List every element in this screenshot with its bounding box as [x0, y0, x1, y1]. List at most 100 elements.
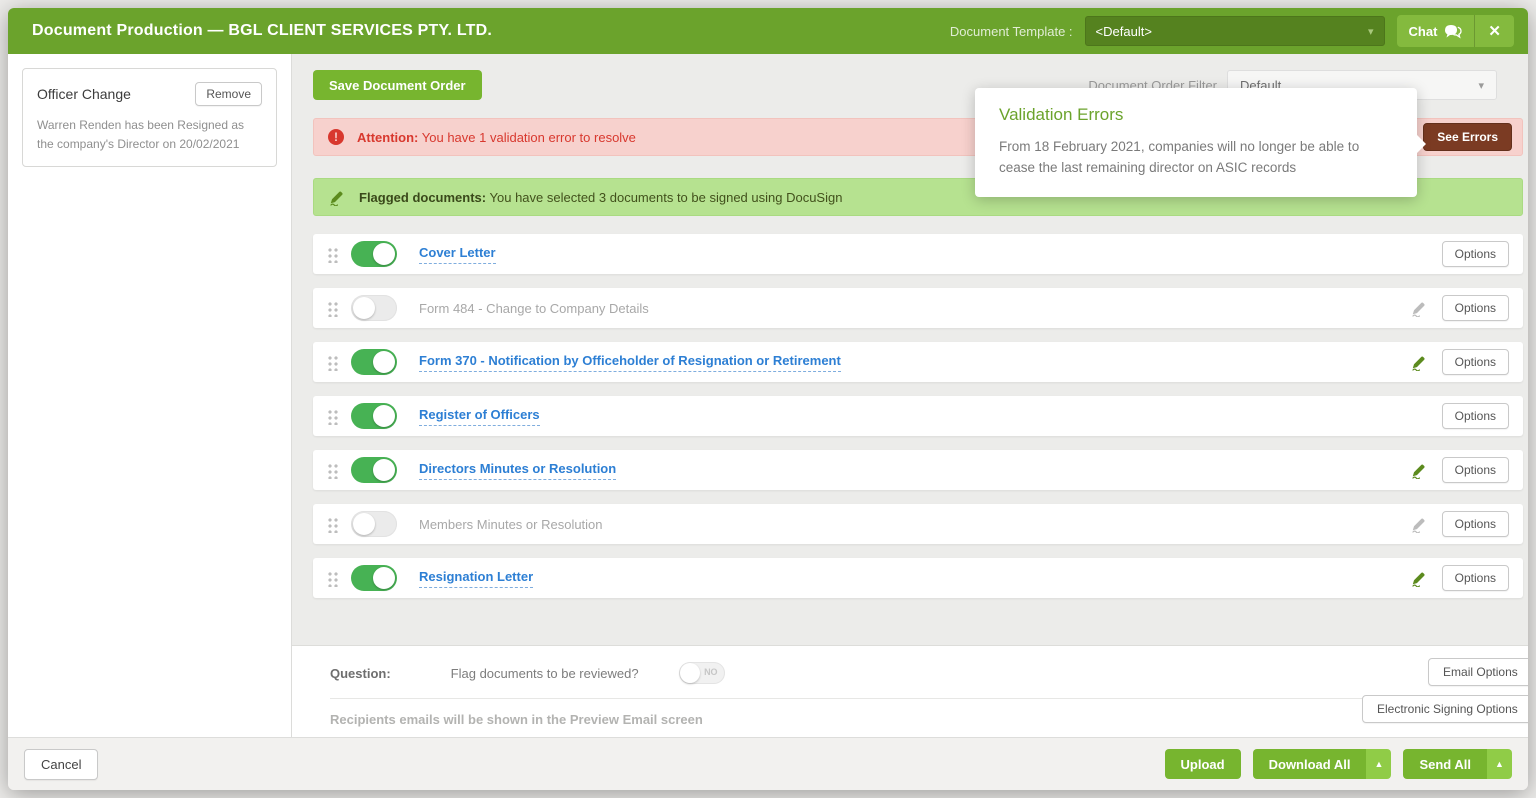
toggle-knob: [373, 243, 395, 265]
toggle-knob: [373, 459, 395, 481]
drag-handle-icon[interactable]: [327, 354, 339, 371]
section-divider: [330, 698, 1362, 699]
document-production-modal: Document Production — BGL CLIENT SERVICE…: [8, 8, 1528, 790]
toggle-knob: [373, 405, 395, 427]
electronic-signing-options-button[interactable]: Electronic Signing Options: [1362, 695, 1528, 723]
exclamation-circle-icon: !: [328, 129, 344, 145]
close-icon[interactable]: ✕: [1475, 15, 1514, 47]
send-all-arrow-up-icon[interactable]: ▲: [1487, 749, 1512, 779]
officer-change-description: Warren Renden has been Resigned as the c…: [37, 116, 262, 153]
caret-down-icon: ▾: [1478, 79, 1484, 92]
modal-header: Document Production — BGL CLIENT SERVICE…: [8, 8, 1528, 54]
flagged-documents-message: You have selected 3 documents to be sign…: [490, 190, 843, 205]
document-toggle[interactable]: [351, 241, 397, 267]
row-actions: Options: [1410, 511, 1513, 537]
signature-pen-icon: [1410, 515, 1428, 533]
page-title: Document Production — BGL CLIENT SERVICE…: [32, 22, 492, 40]
row-actions: Options: [1410, 241, 1513, 267]
row-actions: Options: [1410, 457, 1513, 483]
signature-pen-icon: [1410, 569, 1428, 587]
document-row: Register of Officers Options: [313, 396, 1523, 436]
caret-down-icon: ▾: [1368, 25, 1374, 38]
popup-message: From 18 February 2021, companies will no…: [999, 137, 1393, 179]
document-link[interactable]: Cover Letter: [419, 245, 496, 264]
document-template-label: Document Template :: [950, 24, 1073, 39]
chat-bubble-icon: [1444, 24, 1462, 39]
document-options-button[interactable]: Options: [1442, 349, 1509, 375]
document-link[interactable]: Form 370 - Notification by Officeholder …: [419, 353, 841, 372]
signature-pen-icon: [328, 188, 346, 206]
validation-errors-popup: Validation Errors From 18 February 2021,…: [975, 88, 1417, 197]
officer-change-title: Officer Change: [37, 86, 131, 102]
email-options-button[interactable]: Email Options: [1428, 658, 1528, 686]
document-link[interactable]: Resignation Letter: [419, 569, 533, 588]
document-toggle[interactable]: [351, 565, 397, 591]
document-toggle[interactable]: [351, 349, 397, 375]
document-row: Resignation Letter Options: [313, 558, 1523, 598]
document-options-button[interactable]: Options: [1442, 457, 1509, 483]
chat-button[interactable]: Chat: [1397, 15, 1475, 47]
question-label: Question:: [330, 666, 391, 681]
modal-footer: Cancel Upload Download All ▲ Send All ▲: [8, 737, 1528, 790]
document-options-button[interactable]: Options: [1442, 565, 1509, 591]
document-link[interactable]: Form 484 - Change to Company Details: [419, 301, 649, 316]
header-controls: Document Template : <Default> ▾ Chat ✕: [950, 15, 1514, 47]
drag-handle-icon[interactable]: [327, 246, 339, 263]
document-row: Directors Minutes or Resolution Options: [313, 450, 1523, 490]
document-row: Cover Letter Options: [313, 234, 1523, 274]
drag-handle-icon[interactable]: [327, 516, 339, 533]
download-all-arrow-up-icon[interactable]: ▲: [1366, 749, 1391, 779]
toggle-knob: [353, 513, 375, 535]
sidebar: Officer Change Remove Warren Renden has …: [8, 54, 292, 737]
question-section: Question: Flag documents to be reviewed?…: [330, 646, 1362, 737]
document-link[interactable]: Members Minutes or Resolution: [419, 517, 603, 532]
drag-handle-icon[interactable]: [327, 462, 339, 479]
send-all-button[interactable]: Send All: [1403, 749, 1487, 779]
save-document-order-button[interactable]: Save Document Order: [313, 70, 482, 100]
flag-review-question: Flag documents to be reviewed?: [451, 666, 639, 681]
document-toggle[interactable]: [351, 403, 397, 429]
drag-handle-icon[interactable]: [327, 408, 339, 425]
cancel-button[interactable]: Cancel: [24, 749, 98, 780]
document-options-button[interactable]: Options: [1442, 511, 1509, 537]
signature-pen-icon: [1410, 299, 1428, 317]
remove-button[interactable]: Remove: [195, 82, 262, 106]
see-errors-button[interactable]: See Errors: [1423, 123, 1512, 151]
document-row: Members Minutes or Resolution Options: [313, 504, 1523, 544]
flag-review-toggle[interactable]: NO: [679, 662, 725, 684]
download-all-button[interactable]: Download All: [1253, 749, 1367, 779]
row-actions: Options: [1410, 403, 1513, 429]
validation-error-message: You have 1 validation error to resolve: [422, 130, 636, 145]
document-template-select[interactable]: <Default> ▾: [1085, 16, 1385, 46]
drag-handle-icon[interactable]: [327, 300, 339, 317]
row-actions: Options: [1410, 565, 1513, 591]
document-toggle[interactable]: [351, 511, 397, 537]
signature-pen-icon: [1410, 461, 1428, 479]
chat-button-label: Chat: [1409, 24, 1438, 39]
validation-error-text: Attention: You have 1 validation error t…: [357, 130, 636, 145]
row-actions: Options: [1410, 295, 1513, 321]
upload-button[interactable]: Upload: [1165, 749, 1241, 779]
signature-pen-icon: [1410, 353, 1428, 371]
question-row: Question: Flag documents to be reviewed?…: [330, 660, 1362, 686]
toggle-knob: [373, 351, 395, 373]
document-link[interactable]: Directors Minutes or Resolution: [419, 461, 616, 480]
drag-handle-icon[interactable]: [327, 570, 339, 587]
document-options-button[interactable]: Options: [1442, 295, 1509, 321]
document-toggle[interactable]: [351, 457, 397, 483]
document-link[interactable]: Register of Officers: [419, 407, 540, 426]
bottom-panel: Question: Flag documents to be reviewed?…: [292, 645, 1528, 737]
recipients-note: Recipients emails will be shown in the P…: [330, 712, 1362, 727]
popup-title: Validation Errors: [999, 105, 1393, 125]
document-row: Form 370 - Notification by Officeholder …: [313, 342, 1523, 382]
download-all-split-button: Download All ▲: [1253, 749, 1392, 779]
document-toggle[interactable]: [351, 295, 397, 321]
officer-change-card: Officer Change Remove Warren Renden has …: [22, 68, 277, 167]
toggle-knob: [353, 297, 375, 319]
document-options-button[interactable]: Options: [1442, 241, 1509, 267]
toggle-no-label: NO: [704, 667, 718, 677]
options-buttons: Email Options Electronic Signing Options: [1362, 646, 1528, 737]
flagged-documents-text: Flagged documents: You have selected 3 d…: [359, 190, 842, 205]
document-options-button[interactable]: Options: [1442, 403, 1509, 429]
document-row: Form 484 - Change to Company Details Opt…: [313, 288, 1523, 328]
